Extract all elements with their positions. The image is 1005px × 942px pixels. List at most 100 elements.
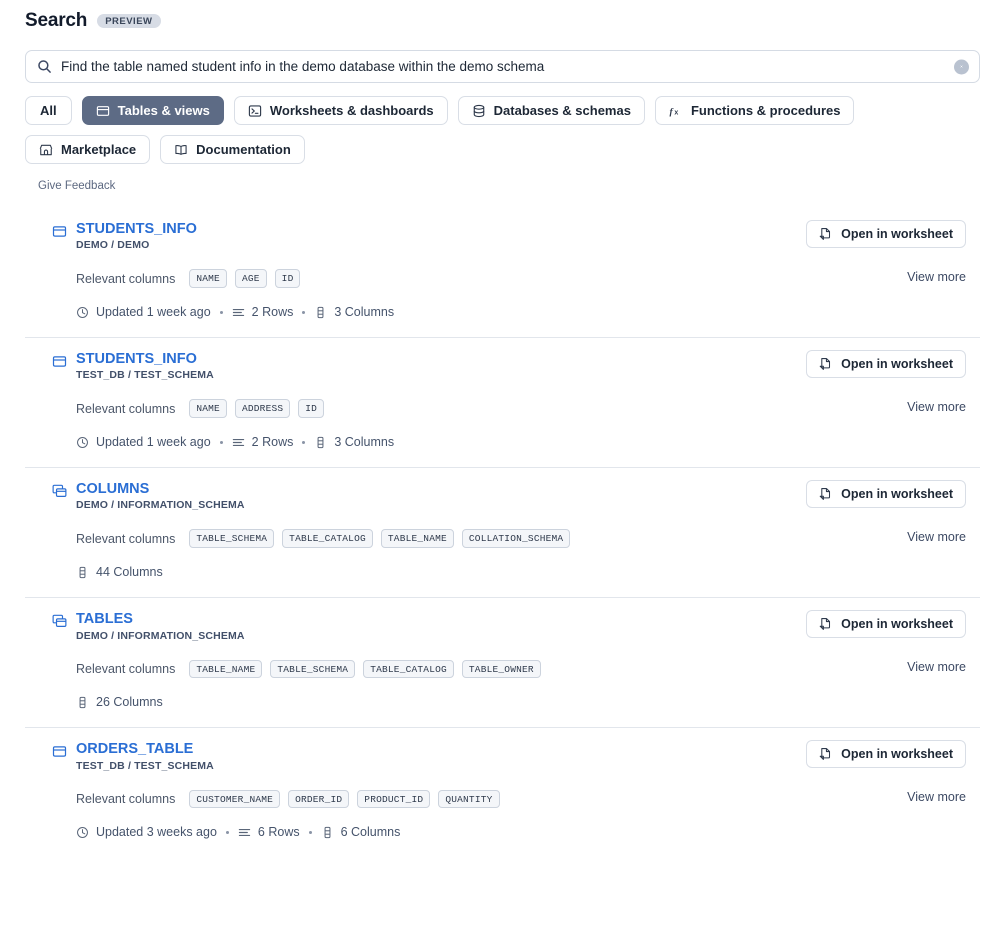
column-pill[interactable]: TABLE_NAME (189, 659, 263, 679)
relevant-columns-row: Relevant columns TABLE_NAME TABLE_SCHEMA TA… (25, 659, 980, 679)
relevant-columns-label: Relevant columns (76, 661, 176, 676)
svg-text:f: f (669, 106, 673, 117)
meta-text: 6 Columns (340, 825, 401, 840)
column-pill[interactable]: ORDER_ID (288, 789, 350, 809)
column-pill[interactable]: ADDRESS (234, 399, 291, 419)
worksheet-open-icon (819, 357, 833, 371)
open-in-worksheet-button[interactable]: Open in worksheet (806, 740, 966, 769)
worksheet-open-icon (819, 487, 833, 501)
filter-chip-databases-schemas[interactable]: Databases & schemas (457, 96, 645, 125)
open-in-worksheet-label: Open in worksheet (841, 227, 953, 241)
filter-chip-all[interactable]: All (25, 96, 72, 125)
column-pill[interactable]: NAME (189, 269, 227, 289)
open-in-worksheet-label: Open in worksheet (841, 617, 953, 632)
column-pill[interactable]: TABLE_SCHEMA (189, 529, 275, 549)
column-pill[interactable]: COLLATION_SCHEMA (461, 529, 571, 549)
search-result-item: TABLES DEMO / INFORMATION_SCHEMA Relevant … (25, 598, 980, 729)
column-pill[interactable]: NAME (189, 399, 227, 419)
meta-separator-dot (302, 310, 306, 314)
column-pill[interactable]: ID (298, 399, 325, 419)
column-pill[interactable]: TABLE_SCHEMA (270, 659, 356, 679)
view-more-link[interactable]: View more (907, 270, 966, 284)
filter-chip-label: All (40, 103, 57, 118)
meta-separator-dot (219, 440, 223, 444)
meta-separator-dot (219, 310, 223, 314)
filter-chip-label: Functions & procedures (690, 103, 841, 118)
relevant-columns-label: Relevant columns (76, 531, 176, 546)
result-path: DEMO / INFORMATION_SCHEMA (76, 499, 245, 512)
preview-badge: PREVIEW (97, 13, 161, 29)
filter-chip-worksheets-dashboards[interactable]: Worksheets & dashboards (233, 96, 448, 125)
clear-search-button[interactable] (954, 59, 969, 74)
result-title-group: STUDENTS_INFO DEMO / DEMO (76, 221, 197, 252)
filter-chip-label: Documentation (196, 142, 291, 157)
column-pill[interactable]: ID (274, 269, 301, 289)
result-title-link[interactable]: TABLES (76, 612, 245, 627)
meta-text: Updated 1 week ago (96, 305, 211, 320)
columns-icon (321, 826, 334, 839)
rows-icon (232, 306, 245, 319)
column-pill[interactable]: QUANTITY (438, 789, 500, 809)
search-icon (37, 59, 52, 74)
result-title-group: COLUMNS DEMO / INFORMATION_SCHEMA (76, 481, 245, 512)
result-title-link[interactable]: ORDERS_TABLE (76, 742, 214, 757)
result-path: TEST_DB / TEST_SCHEMA (76, 369, 214, 382)
view-more-link[interactable]: View more (907, 530, 966, 544)
meta-separator-dot (225, 830, 229, 834)
result-path: DEMO / INFORMATION_SCHEMA (76, 629, 245, 642)
function-icon: fx (669, 104, 683, 118)
database-icon (472, 104, 486, 118)
relevant-columns-row: Relevant columns TABLE_SCHEMA TABLE_CATALO… (25, 529, 980, 549)
column-pill-group: TABLE_SCHEMA TABLE_CATALOG TABLE_NAME COLLA… (189, 529, 571, 549)
column-pill-group: NAME ADDRESS ID (189, 399, 325, 419)
view-more-link[interactable]: View more (907, 660, 966, 674)
open-in-worksheet-button[interactable]: Open in worksheet (806, 350, 966, 379)
result-title-link[interactable]: COLUMNS (76, 481, 245, 497)
meta-item: 2 Rows (232, 435, 293, 449)
filter-chip-label: Worksheets & dashboards (269, 103, 434, 118)
meta-text: 2 Rows (251, 305, 294, 320)
columns-icon (76, 566, 89, 579)
search-bar[interactable] (25, 50, 980, 83)
view-icon (52, 482, 67, 499)
result-path: DEMO / DEMO (76, 239, 150, 252)
columns-icon (314, 306, 327, 319)
open-in-worksheet-button[interactable]: Open in worksheet (806, 480, 966, 509)
open-in-worksheet-button[interactable]: Open in worksheet (806, 220, 966, 248)
search-input[interactable] (61, 51, 945, 82)
open-in-worksheet-button[interactable]: Open in worksheet (806, 610, 966, 639)
filter-chip-functions-procedures[interactable]: f x Functions & procedures (654, 96, 855, 125)
column-pill[interactable]: TABLE_CATALOG (363, 659, 454, 679)
view-more-link[interactable]: View more (907, 400, 966, 414)
column-pill[interactable]: TABLE_NAME (380, 529, 454, 549)
result-title-link[interactable]: STUDENTS_INFO (76, 221, 197, 237)
column-pill[interactable]: TABLE_OWNER (461, 659, 541, 679)
filter-chip-tables-views[interactable]: Tables & views (81, 96, 224, 125)
give-feedback-link[interactable]: Give Feedback (0, 164, 1005, 192)
view-more-link[interactable]: View more (907, 790, 966, 804)
result-meta-row: Updated 1 week ago 2 Rows 3 Columns (25, 305, 980, 319)
search-result-item: ORDERS_TABLE TEST_DB / TEST_SCHEMA Relevan… (25, 728, 980, 857)
search-result-item: STUDENTS_INFO TEST_DB / TEST_SCHEMA Releva… (25, 338, 980, 469)
column-pill[interactable]: PRODUCT_ID (357, 789, 431, 809)
relevant-columns-row: Relevant columns NAME ADDRESS ID (25, 399, 980, 419)
worksheet-open-icon (819, 747, 833, 761)
relevant-columns-row: Relevant columns NAME AGE ID (25, 269, 980, 289)
result-title-link[interactable]: STUDENTS_INFO (76, 351, 214, 367)
meta-item: 6 Columns (321, 825, 401, 840)
meta-separator-dot (302, 440, 306, 444)
column-pill[interactable]: AGE (234, 269, 267, 289)
filter-chip-documentation[interactable]: Documentation (160, 135, 305, 164)
column-pill[interactable]: CUSTOMER_NAME (189, 789, 281, 809)
open-in-worksheet-label: Open in worksheet (841, 357, 953, 372)
meta-text: Updated 3 weeks ago (96, 825, 217, 840)
column-pill[interactable]: TABLE_CATALOG (282, 529, 373, 549)
filter-chip-label: Tables & views (117, 103, 210, 118)
clock-icon (76, 826, 89, 839)
column-pill-group: TABLE_NAME TABLE_SCHEMA TABLE_CATALOG TABLE… (189, 659, 541, 679)
filter-chip-marketplace[interactable]: Marketplace (25, 135, 151, 164)
filter-chip-label: Databases & schemas (493, 103, 631, 118)
table-icon (52, 742, 67, 759)
meta-item: 3 Columns (314, 435, 394, 449)
result-meta-row: Updated 1 week ago 2 Rows 3 Columns (25, 435, 980, 449)
